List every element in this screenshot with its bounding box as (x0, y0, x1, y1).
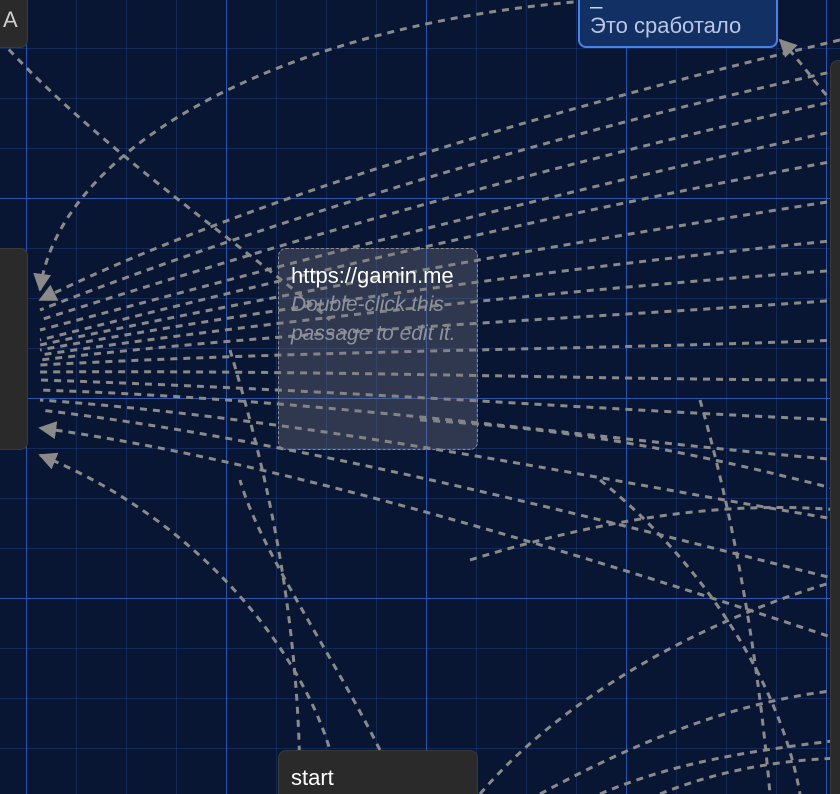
passage-card-a[interactable]: A (0, 0, 28, 48)
passage-card-left[interactable] (0, 248, 28, 450)
passage-card-right-edge[interactable] (830, 60, 840, 794)
passage-title: A (3, 7, 18, 32)
passage-card-start[interactable]: start (278, 750, 478, 794)
passage-title: https://gamin.me (291, 263, 454, 288)
passage-card-gamin-link[interactable]: https://gamin.me Double-click this passa… (278, 248, 478, 450)
passage-title: _ (590, 0, 766, 11)
passage-excerpt: Это сработало (590, 13, 742, 38)
passage-excerpt: Double-click this passage to edit it. (291, 293, 456, 345)
passage-card-selected[interactable]: _ Это сработало (578, 0, 778, 48)
story-map-canvas[interactable]: A _ Это сработало https://gamin.me Doubl… (0, 0, 840, 794)
passage-title: start (291, 765, 334, 790)
